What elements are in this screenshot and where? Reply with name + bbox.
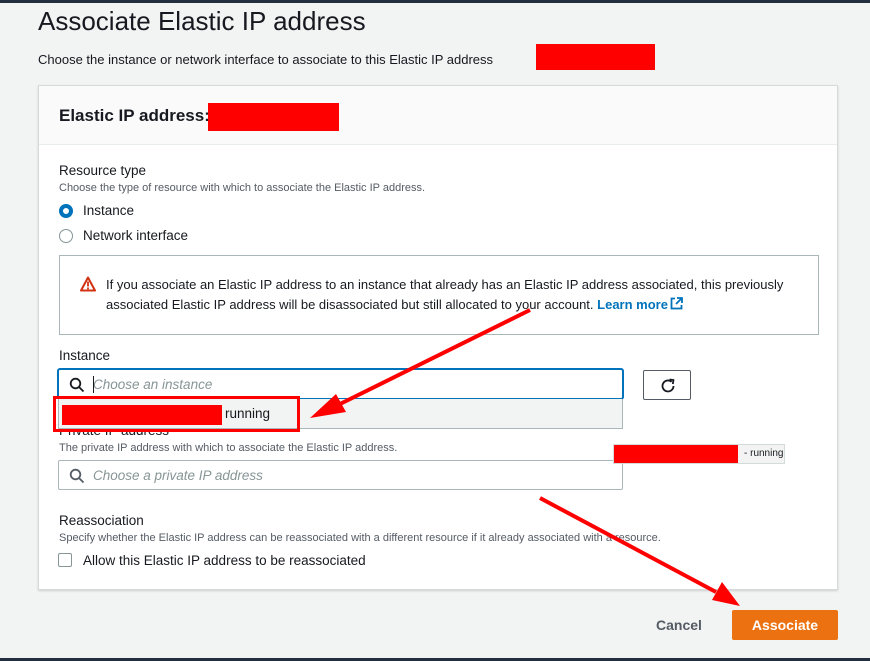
panel-header: Elastic IP address:: [39, 86, 837, 145]
page-description: Choose the instance or network interface…: [38, 52, 493, 67]
redacted-ip: [536, 44, 655, 70]
instance-label: Instance: [59, 348, 111, 363]
refresh-icon: [661, 378, 675, 393]
private-ip-select[interactable]: [58, 460, 623, 490]
network-interface-radio-label[interactable]: Network interface: [83, 228, 188, 243]
cancel-button[interactable]: Cancel: [646, 614, 712, 636]
search-icon: [69, 377, 85, 393]
learn-more-link[interactable]: Learn more: [597, 297, 683, 312]
warning-icon: [80, 276, 96, 292]
redacted-elastic-ip: [208, 103, 339, 131]
reassociation-checkbox[interactable]: [58, 553, 72, 567]
page-title: Associate Elastic IP address: [38, 6, 366, 36]
reassociation-label: Reassociation: [59, 513, 144, 528]
resource-type-hint: Choose the type of resource with which t…: [59, 182, 426, 194]
association-panel: Elastic IP address: Resource type Choose…: [38, 85, 838, 590]
tooltip-state: - running: [744, 448, 784, 459]
instance-radio-label[interactable]: Instance: [83, 203, 134, 218]
text-cursor: [93, 376, 94, 393]
private-ip-input[interactable]: [93, 465, 593, 485]
top-bar: [0, 0, 870, 3]
warning-alert: If you associate an Elastic IP address t…: [59, 255, 819, 335]
external-link-icon: [670, 297, 683, 310]
instance-search[interactable]: [58, 369, 623, 399]
instance-search-input[interactable]: [93, 374, 593, 394]
panel-title: Elastic IP address:: [59, 106, 210, 125]
search-icon: [69, 468, 85, 484]
alert-message: If you associate an Elastic IP address t…: [106, 275, 806, 315]
instance-radio[interactable]: [59, 204, 73, 218]
reassociation-checkbox-label[interactable]: Allow this Elastic IP address to be reas…: [83, 553, 366, 568]
associate-button[interactable]: Associate: [732, 610, 838, 640]
private-ip-hint: The private IP address with which to ass…: [59, 442, 398, 454]
network-interface-radio[interactable]: [59, 229, 73, 243]
reassociation-hint: Specify whether the Elastic IP address c…: [59, 532, 661, 544]
refresh-button[interactable]: [643, 370, 691, 400]
resource-type-label: Resource type: [59, 163, 147, 178]
highlight-box: [53, 396, 300, 432]
instance-tooltip: - running: [613, 444, 785, 464]
redacted-tooltip-id: [614, 445, 738, 463]
